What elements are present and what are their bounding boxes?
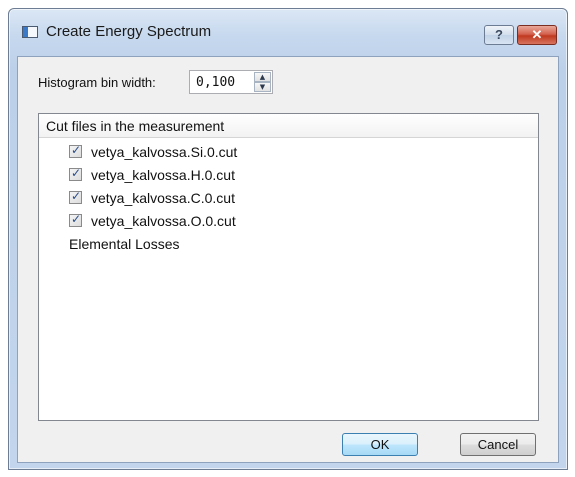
close-icon: ✕ (531, 27, 543, 42)
tree-item-cut-file[interactable]: ✓ vetya_kalvossa.C.0.cut (69, 187, 389, 209)
checkmark-icon: ✓ (71, 189, 82, 203)
help-button[interactable]: ? (484, 25, 514, 45)
dialog-body: Histogram bin width: 0,100 ▲ ▼ Cut files… (17, 56, 559, 463)
tree-item-cut-file[interactable]: ✓ vetya_kalvossa.H.0.cut (69, 164, 389, 186)
cut-file-label: vetya_kalvossa.H.0.cut (91, 167, 235, 183)
chevron-up-icon: ▲ (259, 73, 266, 81)
tree-item-cut-file[interactable]: ✓ vetya_kalvossa.O.0.cut (69, 210, 389, 232)
help-icon: ? (495, 27, 503, 42)
checkmark-icon: ✓ (71, 212, 82, 226)
bin-width-input[interactable]: 0,100 (196, 75, 235, 90)
checkbox[interactable]: ✓ (69, 166, 82, 181)
checkmark-icon: ✓ (71, 166, 82, 180)
checkbox[interactable]: ✓ (69, 212, 82, 227)
spin-down-button[interactable]: ▼ (254, 82, 271, 92)
cancel-button[interactable]: Cancel (460, 433, 536, 456)
spin-buttons: ▲ ▼ (254, 72, 271, 92)
app-window-icon (22, 26, 38, 38)
chevron-down-icon: ▼ (259, 83, 266, 91)
tree-item-cut-file[interactable]: ✓ vetya_kalvossa.Si.0.cut (69, 141, 389, 163)
tree-group-elemental-losses[interactable]: Elemental Losses (69, 236, 180, 252)
ok-button[interactable]: OK (342, 433, 418, 456)
window-title: Create Energy Spectrum (46, 23, 212, 40)
close-button[interactable]: ✕ (517, 25, 557, 45)
tree-header[interactable]: Cut files in the measurement (39, 114, 538, 138)
checkbox[interactable]: ✓ (69, 189, 82, 204)
cut-file-label: vetya_kalvossa.O.0.cut (91, 213, 236, 229)
cut-file-label: vetya_kalvossa.C.0.cut (91, 190, 235, 206)
checkmark-icon: ✓ (71, 143, 82, 157)
tree-header-label: Cut files in the measurement (46, 118, 225, 134)
cut-files-tree[interactable]: Cut files in the measurement ✓ vetya_kal… (38, 113, 539, 421)
bin-width-spinbox[interactable]: 0,100 ▲ ▼ (189, 70, 273, 94)
bin-width-label: Histogram bin width: (38, 75, 156, 90)
spin-up-button[interactable]: ▲ (254, 72, 271, 82)
title-bar[interactable]: Create Energy Spectrum ? ✕ (9, 9, 567, 55)
checkbox[interactable]: ✓ (69, 143, 82, 158)
dialog-window: Create Energy Spectrum ? ✕ Histogram bin… (8, 8, 568, 470)
cut-file-label: vetya_kalvossa.Si.0.cut (91, 144, 238, 160)
